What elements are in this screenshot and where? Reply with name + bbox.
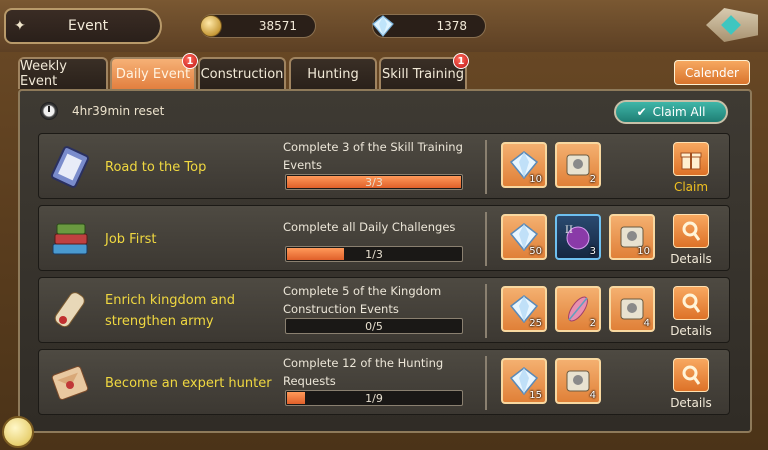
- notification-badge: 1: [453, 53, 469, 69]
- reward-crystal[interactable]: 10: [501, 142, 547, 188]
- reward-crystal[interactable]: 15: [501, 358, 547, 404]
- skill-orb-icon: II: [565, 225, 590, 250]
- reward-quantity: 25: [529, 318, 542, 329]
- scroll-icon: [566, 154, 590, 176]
- gold-coin-icon: [200, 15, 222, 37]
- quest-row: Enrich kingdom and strengthen army Compl…: [38, 277, 730, 343]
- envelope-icon: [51, 365, 89, 401]
- reward-quantity: 4: [589, 390, 596, 401]
- reward-quantity: 2: [589, 174, 596, 185]
- tab-construction[interactable]: Construction: [198, 57, 286, 89]
- sparkle-icon: ✦: [14, 18, 26, 34]
- details-button[interactable]: Details: [669, 358, 713, 414]
- tab-label: Daily Event: [115, 66, 191, 82]
- quest-row: Become an expert hunter Complete 12 of t…: [38, 349, 730, 415]
- quest-name: Enrich kingdom and strengthen army: [105, 293, 236, 329]
- tab-label: Hunting: [307, 66, 359, 82]
- quest-description: Complete 5 of the Kingdom Construction E…: [283, 284, 442, 316]
- action-label: Details: [670, 252, 712, 266]
- reward-quantity: 15: [529, 390, 542, 401]
- quest-name: Job First: [105, 231, 157, 247]
- action-label: Details: [670, 324, 712, 338]
- reward-quantity: 2: [589, 318, 596, 329]
- reward-quantity: 10: [529, 174, 542, 185]
- divider: [485, 212, 487, 266]
- tab-label: Weekly Event: [20, 59, 67, 89]
- feather-icon: [568, 296, 588, 322]
- quest-row: Road to the Top Complete 3 of the Skill …: [38, 133, 730, 199]
- menu-orb-icon[interactable]: [2, 416, 34, 448]
- tab-hunting[interactable]: Hunting: [289, 57, 377, 89]
- scroll-icon: [566, 370, 590, 392]
- details-button[interactable]: Details: [669, 286, 713, 342]
- progress-text: 1/3: [365, 248, 383, 261]
- reward-feather[interactable]: 2: [555, 286, 601, 332]
- reward-quantity: 50: [529, 246, 542, 257]
- reward-crystal[interactable]: 25: [501, 286, 547, 332]
- reset-timer: 4hr39min reset: [40, 102, 164, 120]
- tab-daily-event[interactable]: Daily Event 1: [110, 53, 198, 89]
- reset-text: 4hr39min reset: [72, 104, 165, 118]
- stopwatch-icon: [40, 102, 58, 120]
- gem-amount: 1378: [436, 19, 467, 33]
- details-button[interactable]: Details: [669, 214, 713, 270]
- progress-text: 3/3: [365, 176, 383, 189]
- svg-text:II: II: [565, 225, 573, 236]
- progress-bar: 1/9: [285, 390, 463, 406]
- magnifier-icon: [673, 286, 709, 320]
- gift-icon: [673, 142, 709, 176]
- gold-amount: 38571: [258, 19, 297, 33]
- reward-scroll[interactable]: 4: [609, 286, 655, 332]
- quest-description: Complete 3 of the Skill Training Events: [283, 140, 463, 172]
- progress-bar: 0/5: [285, 318, 463, 334]
- progress-text: 1/9: [365, 392, 383, 405]
- reward-quantity: 3: [589, 246, 596, 257]
- tab-weekly-event[interactable]: Weekly Event: [18, 57, 108, 89]
- tab-label: Construction: [200, 66, 284, 82]
- progress-text: 0/5: [365, 320, 383, 333]
- progress-bar: 1/3: [285, 246, 463, 262]
- crystal-icon: [372, 15, 394, 37]
- title-plate: ✦ Event: [4, 8, 162, 44]
- magnifier-icon: [673, 358, 709, 392]
- quest-description: Complete all Daily Challenges: [283, 220, 456, 234]
- magnifier-icon: [673, 214, 709, 248]
- claim-all-label: Claim All: [652, 105, 706, 119]
- calendar-button[interactable]: Calender: [674, 60, 750, 85]
- notification-badge: 1: [182, 53, 198, 69]
- quest-name: Become an expert hunter: [105, 375, 272, 391]
- tab-skill-training[interactable]: Skill Training 1: [379, 53, 469, 89]
- reward-skill-orb[interactable]: II 3: [555, 214, 601, 260]
- divider: [485, 356, 487, 410]
- clipboard-icon: [51, 146, 89, 188]
- reward-scroll[interactable]: 2: [555, 142, 601, 188]
- divider: [485, 284, 487, 338]
- progress-bar: 3/3: [285, 174, 463, 190]
- quest-description: Complete 12 of the Hunting Requests: [283, 356, 444, 388]
- reward-scroll[interactable]: 4: [555, 358, 601, 404]
- checkmark-icon: ✔: [636, 105, 647, 119]
- quest-row: Job First Complete all Daily Challenges …: [38, 205, 730, 271]
- reward-quantity: 10: [637, 246, 650, 257]
- reward-crystal[interactable]: 50: [501, 214, 547, 260]
- quest-name: Road to the Top: [105, 159, 207, 175]
- reward-quantity: 4: [643, 318, 650, 329]
- page-title: Event: [68, 18, 109, 34]
- scroll-icon: [620, 298, 644, 320]
- claim-all-button[interactable]: ✔ Claim All: [614, 100, 728, 124]
- divider: [485, 140, 487, 194]
- reward-scroll[interactable]: 10: [609, 214, 655, 260]
- books-icon: [52, 223, 88, 255]
- action-label: Details: [670, 396, 712, 410]
- tab-label: Skill Training: [381, 66, 465, 82]
- scroll-icon: [54, 292, 85, 328]
- action-label: Claim: [673, 180, 709, 194]
- claim-button[interactable]: Claim: [669, 142, 713, 198]
